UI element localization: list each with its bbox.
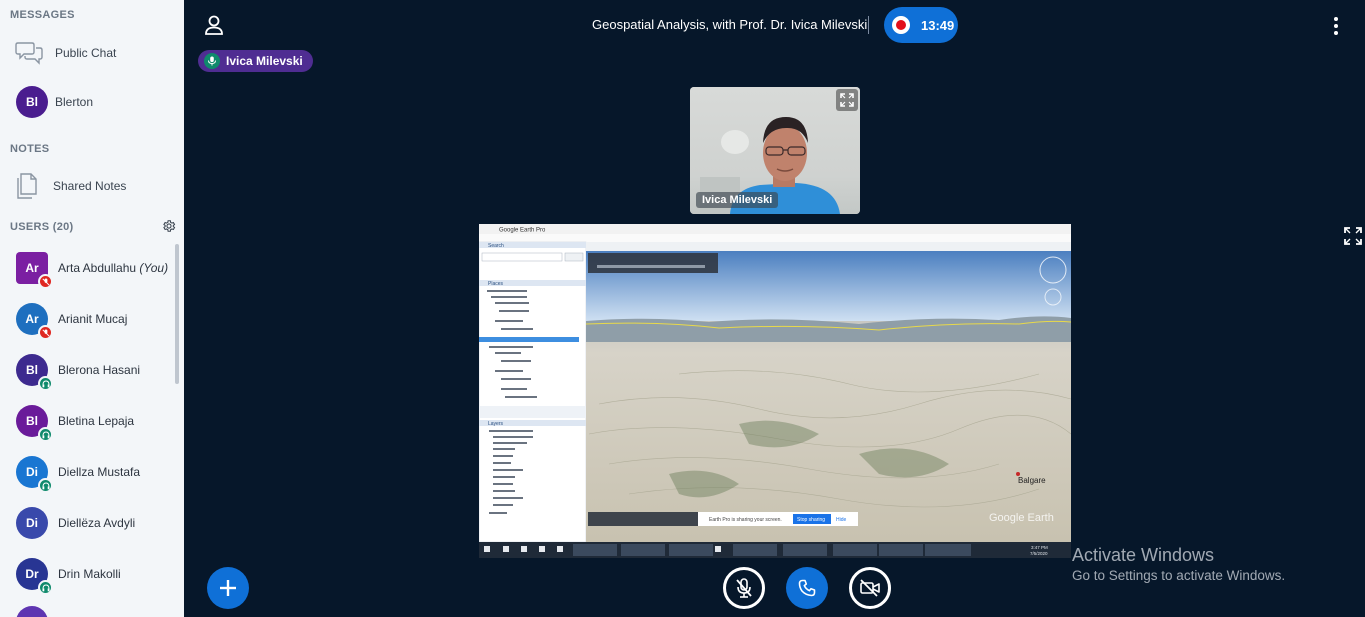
avatar-initials: Dr	[25, 567, 39, 581]
user-list-item[interactable]: Bl Blerona Hasani	[0, 345, 176, 395]
user-list-item[interactable]: Bl Bletina Lepaja	[0, 396, 176, 446]
private-chat-item[interactable]: Bl Blerton	[0, 82, 184, 122]
google-earth-screenshot: Balgare Google Earth Earth Pro is sharin…	[479, 224, 1071, 558]
avatar-initials: Bl	[26, 363, 38, 377]
avatar-initials: Di	[26, 516, 38, 530]
user-name: Diellza Mustafa	[58, 465, 140, 479]
avatar: Ar	[16, 303, 53, 340]
hide-button: Hide	[836, 517, 847, 523]
actions-button[interactable]	[207, 567, 249, 609]
microphone-muted-icon	[38, 325, 53, 340]
avatar: Di	[16, 507, 48, 539]
avatar	[16, 606, 48, 617]
google-earth-watermark: Google Earth	[989, 512, 1054, 524]
avatar: Bl	[16, 405, 53, 442]
user-name-text: Drin Makolli	[58, 567, 121, 581]
user-name: Diellëza Avdyli	[58, 516, 135, 530]
user-name-text: Blerona Hasani	[58, 363, 141, 377]
user-list-item[interactable]: Ar Arta Abdullahu (You)	[0, 243, 176, 293]
user-name: Bletina Lepaja	[58, 414, 134, 428]
user-list-item[interactable]: Di Diellza Mustafa	[0, 447, 176, 497]
google-earth-title: Google Earth Pro	[499, 228, 546, 234]
mute-button[interactable]	[723, 567, 765, 609]
headset-icon	[38, 376, 53, 391]
sharing-text: Earth Pro is sharing your screen.	[709, 517, 782, 523]
avatar: Bl	[16, 354, 53, 391]
webcam-fullscreen-button[interactable]	[836, 89, 858, 111]
shared-notes-label: Shared Notes	[53, 179, 127, 193]
avatar-initials: Di	[26, 465, 38, 479]
microphone-icon	[204, 53, 220, 69]
talking-indicator[interactable]: Ivica Milevski	[198, 50, 313, 72]
user-name-text: Bletina Lepaja	[58, 414, 135, 428]
public-chat-label: Public Chat	[55, 46, 117, 60]
shared-notes-item[interactable]: Shared Notes	[0, 166, 184, 206]
activate-windows-subtitle: Go to Settings to activate Windows.	[1072, 568, 1286, 583]
taskbar-clock-date: 7/5/2020	[1030, 551, 1048, 556]
webcam-video[interactable]: Ivica Milevski	[690, 87, 860, 214]
messages-heading: MESSAGES	[10, 9, 75, 21]
record-icon	[892, 16, 910, 34]
taskbar-clock-time: 3:47 PM	[1031, 545, 1048, 550]
avatar: Dr	[16, 558, 53, 595]
leave-audio-button[interactable]	[786, 567, 828, 609]
user-name: Blerona Hasani	[58, 363, 140, 377]
avatar-initials: Ar	[25, 312, 39, 326]
document-icon	[17, 173, 37, 199]
private-chat-label: Blerton	[55, 95, 94, 109]
notes-heading: NOTES	[10, 143, 50, 155]
more-vertical-icon[interactable]	[1330, 15, 1342, 37]
webcam-username: Ivica Milevski	[696, 192, 779, 208]
expand-icon	[840, 93, 854, 107]
user-icon[interactable]	[203, 14, 225, 36]
avatar: Di	[16, 456, 53, 493]
chat-icon	[15, 42, 43, 65]
headset-icon	[38, 580, 53, 595]
places-heading: Places	[488, 281, 504, 287]
activate-windows-title: Activate Windows	[1072, 545, 1215, 565]
avatar-initials: Ar	[25, 261, 39, 275]
user-name-text: Arianit Mucaj	[58, 312, 128, 326]
fullscreen-icon[interactable]	[1344, 227, 1362, 245]
user-name: Drin Makolli	[58, 567, 121, 581]
layers-heading: Layers	[488, 421, 504, 427]
user-name: Arianit Mucaj	[58, 312, 127, 326]
user-list-item[interactable]: Di Diellëza Avdyli	[0, 498, 176, 548]
sidebar: MESSAGES Public Chat Bl Blerton NOTES Sh…	[0, 0, 184, 617]
microphone-muted-icon	[38, 274, 53, 289]
user-list-scrollbar[interactable]	[175, 244, 179, 384]
user-list-item[interactable]: Ar Arianit Mucaj	[0, 294, 176, 344]
session-title: Geospatial Analysis, with Prof. Dr. Ivic…	[592, 17, 868, 32]
plus-icon	[220, 580, 236, 596]
divider	[868, 16, 869, 34]
user-list-item[interactable]: Dr Drin Makolli	[0, 549, 176, 599]
camera-off-icon	[860, 579, 880, 597]
recording-time: 13:49	[921, 17, 955, 33]
headset-icon	[38, 427, 53, 442]
recording-button[interactable]: 13:49	[884, 7, 958, 43]
microphone-off-icon	[736, 578, 752, 598]
public-chat-item[interactable]: Public Chat	[0, 33, 184, 73]
gear-icon[interactable]	[162, 219, 176, 233]
avatar-initials: Bl	[26, 414, 38, 428]
talker-name: Ivica Milevski	[226, 54, 303, 68]
user-name-text: Diellëza Avdyli	[58, 516, 136, 530]
you-label: (You)	[139, 261, 169, 275]
screenshare-video[interactable]: Balgare Google Earth Earth Pro is sharin…	[479, 224, 1071, 558]
search-heading: Search	[488, 243, 504, 249]
headset-icon	[38, 478, 53, 493]
share-webcam-button[interactable]	[849, 567, 891, 609]
user-name-text: Diellza Mustafa	[58, 465, 141, 479]
avatar: Ar	[16, 252, 53, 289]
users-heading: USERS (20)	[10, 221, 74, 233]
avatar: Bl	[16, 86, 48, 118]
activate-windows-watermark: Activate Windows Go to Settings to activ…	[1072, 545, 1285, 583]
map-place-label: Balgare	[1018, 476, 1046, 485]
user-name: Arta Abdullahu (You)	[58, 261, 168, 275]
user-name-text: Arta Abdullahu	[58, 261, 137, 275]
stop-sharing-button: Stop sharing	[797, 517, 825, 523]
phone-icon	[798, 579, 816, 597]
